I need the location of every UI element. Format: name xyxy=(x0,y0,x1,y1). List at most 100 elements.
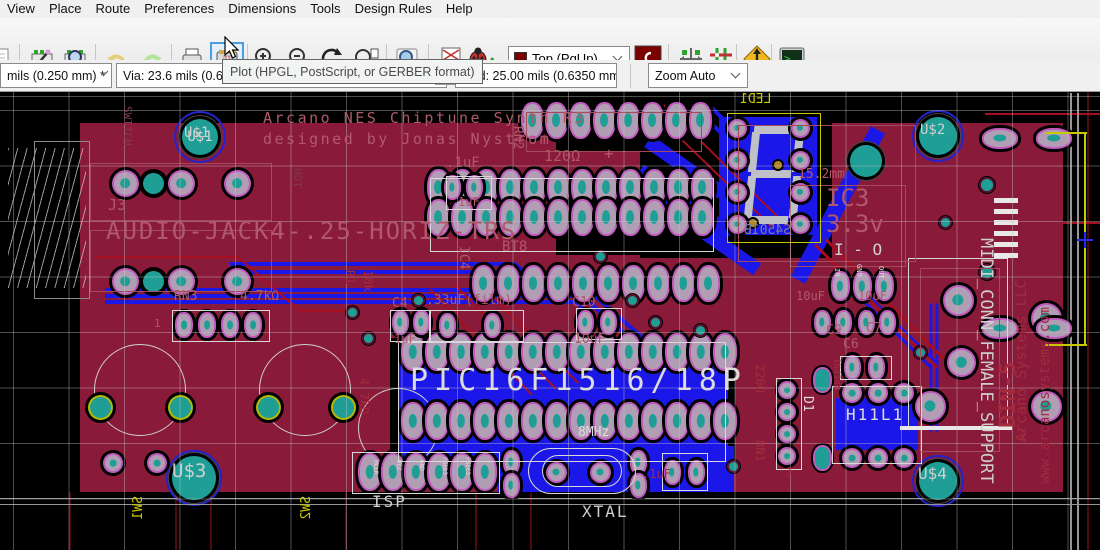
drc-button[interactable] xyxy=(465,44,495,60)
pad xyxy=(815,447,830,469)
silkscreen-text: U$3 xyxy=(172,462,206,481)
main-toolbar: NET Top (PgUp) >_ xyxy=(0,18,1100,60)
usb-pin-comb xyxy=(994,198,1018,262)
pad xyxy=(815,369,830,391)
silkscreen-text: 2 xyxy=(1020,430,1027,442)
via xyxy=(628,296,637,305)
separator xyxy=(771,44,772,60)
silkscreen-text: PGEC3 xyxy=(464,457,470,475)
silkscreen-text: RN2 xyxy=(511,126,524,149)
silkscreen-text: Arcano Systems LLC xyxy=(1014,279,1029,442)
silkscreen-outline xyxy=(542,455,622,487)
silkscreen-text: VCC xyxy=(395,460,401,471)
pad xyxy=(149,455,165,471)
silkscreen-text: C9 xyxy=(826,324,842,337)
via xyxy=(729,462,738,471)
silkscreen-text: C6 xyxy=(843,338,859,351)
menu-preferences[interactable]: Preferences xyxy=(137,0,221,16)
grid-size-value: Grid: 25.00 mils (0.6350 mm) xyxy=(462,69,617,83)
drill-hole xyxy=(993,134,1006,141)
trace-top xyxy=(1063,222,1100,224)
drill-hole xyxy=(884,318,889,327)
redraw-button[interactable] xyxy=(317,44,347,60)
find-button[interactable] xyxy=(392,44,422,60)
layer-pair-button[interactable] xyxy=(633,44,663,60)
silkscreen-text: MCLR xyxy=(372,460,378,474)
zoom-out-button[interactable] xyxy=(284,44,314,60)
pad xyxy=(881,312,894,333)
silkscreen-text: .33uF(film) xyxy=(426,294,512,307)
netlist-button[interactable]: NET xyxy=(436,44,466,60)
pad xyxy=(505,475,518,496)
silkscreen-text: HOT xyxy=(292,168,303,188)
pad xyxy=(599,267,618,300)
drill-hole xyxy=(819,318,824,327)
trace-top xyxy=(211,493,212,550)
pad xyxy=(170,397,191,418)
drill-hole xyxy=(679,276,687,290)
track-width-selector[interactable]: mils (0.250 mm) * xyxy=(0,63,112,88)
silkscreen-text: AUDIO-JACK4-.25-HORIZ-TRS xyxy=(106,219,517,243)
plot-tooltip-text: Plot (HPGL, PostScript, or GERBER format… xyxy=(230,65,475,79)
menu-design-rules[interactable]: Design Rules xyxy=(348,0,439,16)
undo-button[interactable] xyxy=(102,44,132,60)
menubar: ViewPlaceRoutePreferencesDimensionsTools… xyxy=(0,0,1100,18)
silkscreen-text: ISP xyxy=(372,494,407,510)
drill-hole xyxy=(635,481,640,490)
module-editor-button[interactable] xyxy=(27,44,57,60)
silkscreen-text: .1uF xyxy=(446,156,480,170)
menu-help[interactable]: Help xyxy=(439,0,480,16)
show-grid-button[interactable] xyxy=(706,44,736,60)
menu-route[interactable]: Route xyxy=(88,0,137,16)
silkscreen-outline xyxy=(776,378,802,470)
layer-selector-value: Top (PgUp) xyxy=(532,51,598,60)
zoom-value: Zoom Auto xyxy=(655,69,715,83)
hide-grid-button[interactable] xyxy=(676,44,706,60)
trace-top xyxy=(1088,93,1089,550)
silkscreen-outline xyxy=(172,310,270,342)
mouse-cursor-icon xyxy=(224,36,246,65)
scripting-console-button[interactable]: >_ xyxy=(777,44,807,60)
silkscreen-text: GND xyxy=(855,264,862,277)
svg-text:>_: >_ xyxy=(784,52,798,60)
menu-place[interactable]: Place xyxy=(42,0,89,16)
pcb-canvas[interactable]: U$1Arcano NES Chiptune Synth R3designed … xyxy=(0,92,1100,550)
trace-top xyxy=(531,493,532,550)
silkscreen-outline xyxy=(398,342,726,462)
silkscreen-text: 4.7kΩ xyxy=(358,378,370,414)
pad xyxy=(333,397,354,418)
trace-top xyxy=(476,493,477,550)
via xyxy=(596,252,605,261)
drill-hole xyxy=(654,276,662,290)
silkscreen-text: www.arcanosystems.com xyxy=(1038,307,1052,484)
redo-button[interactable] xyxy=(137,44,167,60)
pad xyxy=(258,397,279,418)
menu-dimensions[interactable]: Dimensions xyxy=(221,0,303,16)
separator xyxy=(19,44,20,60)
zoom-fit-button[interactable] xyxy=(350,44,380,60)
microwave-tools-button[interactable] xyxy=(742,44,772,60)
new-board-button[interactable] xyxy=(0,44,14,60)
pcbnew-window: ViewPlaceRoutePreferencesDimensionsTools… xyxy=(0,0,1100,550)
pad xyxy=(524,267,543,300)
pad xyxy=(624,267,643,300)
print-button[interactable] xyxy=(177,44,207,60)
zoom-selector[interactable]: Zoom Auto xyxy=(648,63,748,88)
zoom-in-button[interactable] xyxy=(250,44,280,60)
relative-origin-marker xyxy=(1084,232,1086,248)
silkscreen-text: MIDI_CONN_FEMALE_SUPPORT xyxy=(977,238,994,484)
usb-shell-pad xyxy=(984,130,1016,147)
silkscreen-text: 1 xyxy=(154,318,161,329)
via xyxy=(941,218,950,227)
silkscreen-text: SWITCH xyxy=(122,106,133,146)
menu-tools[interactable]: Tools xyxy=(303,0,347,16)
track-width-value: mils (0.250 mm) * xyxy=(7,69,105,83)
layer-selector[interactable]: Top (PgUp) xyxy=(508,46,630,60)
silkscreen-text: 10uF xyxy=(574,333,605,346)
pad xyxy=(649,267,668,300)
module-viewer-button[interactable] xyxy=(60,44,90,60)
silkscreen-text: 1uF xyxy=(458,196,480,208)
drill-hole xyxy=(837,281,843,292)
menu-view[interactable]: View xyxy=(0,0,42,16)
silkscreen-text: IC3 xyxy=(826,186,869,210)
